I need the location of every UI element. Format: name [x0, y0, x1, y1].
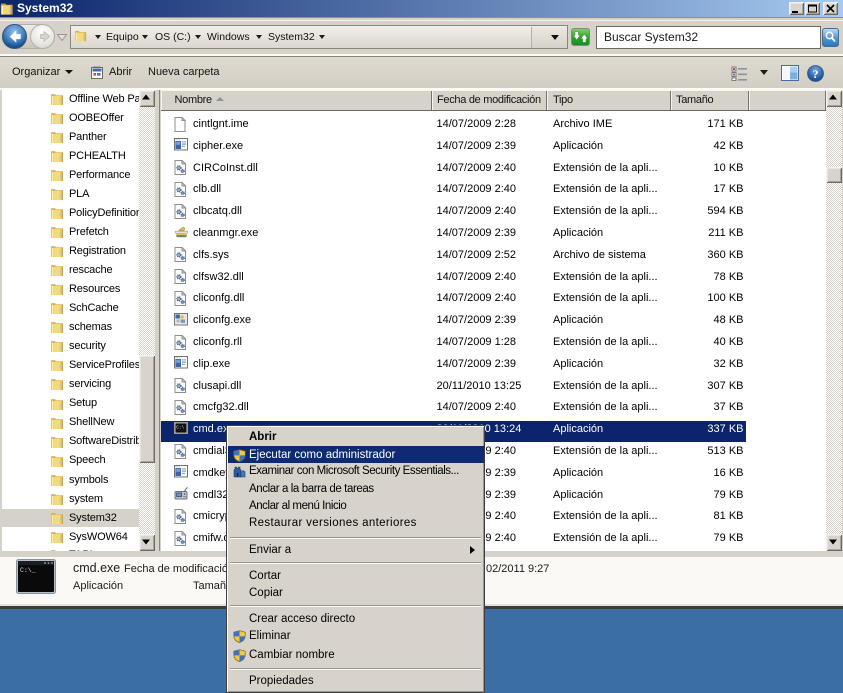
svg-text:C:\_: C:\_	[20, 567, 36, 574]
svg-text:?: ?	[813, 67, 819, 81]
svg-text:C:\: C:\	[176, 425, 184, 430]
